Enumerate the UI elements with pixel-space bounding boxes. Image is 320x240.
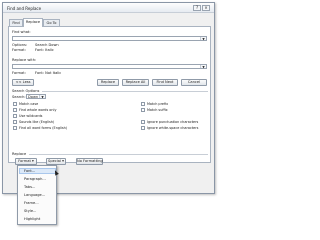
format-menu: Font... Paragraph... Tabs... Language...… [17, 165, 57, 225]
ignore-whitespace-checkbox[interactable] [141, 126, 145, 130]
sounds-like-label: Sounds like (English) [19, 120, 55, 124]
tab-find[interactable]: Find [9, 19, 23, 26]
no-formatting-button[interactable]: No Formatting [76, 158, 103, 165]
search-options-heading: Search Options [12, 89, 40, 93]
cancel-button[interactable]: Cancel [181, 79, 207, 86]
replace-with-label: Replace with: [12, 58, 37, 62]
less-button[interactable]: << Less [12, 79, 34, 86]
sounds-like-checkbox[interactable] [13, 120, 17, 124]
replace-all-button[interactable]: Replace All [122, 79, 149, 86]
find-options-label: Options: [12, 43, 28, 47]
match-case-label: Match case [19, 102, 39, 106]
title-bar: Find and Replace ? × [3, 3, 214, 13]
match-suffix-checkbox[interactable] [141, 108, 145, 112]
menu-item-highlight[interactable]: Highlight [24, 217, 40, 221]
replace-button[interactable]: Replace [97, 79, 119, 86]
chevron-down-icon[interactable]: ▼ [200, 37, 206, 41]
chevron-down-icon[interactable]: ▼ [39, 95, 45, 99]
menu-item-language[interactable]: Language... [24, 193, 45, 197]
find-options-value: Search Down [35, 43, 59, 47]
menu-item-tabs[interactable]: Tabs... [24, 185, 35, 189]
special-button[interactable]: Special ▾ [46, 158, 66, 165]
menu-item-frame[interactable]: Frame... [24, 201, 39, 205]
wildcards-label: Use wildcards [19, 114, 43, 118]
whole-words-label: Find whole words only [19, 108, 57, 112]
help-button[interactable]: ? [193, 5, 201, 11]
find-format-value: Font: Italic [35, 48, 54, 52]
find-what-input[interactable]: ▼ [12, 36, 207, 41]
match-case-checkbox[interactable] [13, 102, 17, 106]
word-forms-label: Find all word forms (English) [19, 126, 68, 130]
word-forms-checkbox[interactable] [13, 126, 17, 130]
search-direction-value: Down [28, 95, 39, 99]
match-prefix-checkbox[interactable] [141, 102, 145, 106]
replace-tab-panel: Find what: ▼ Options: Search Down Format… [8, 26, 211, 163]
ignore-whitespace-label: Ignore white-space characters [147, 126, 199, 130]
close-button[interactable]: × [202, 5, 210, 11]
find-next-button[interactable]: Find Next [152, 79, 178, 86]
menu-item-paragraph[interactable]: Paragraph... [24, 177, 46, 181]
find-what-label: Find what: [12, 30, 31, 34]
dialog-title: Find and Replace [7, 6, 42, 11]
replace-with-input[interactable]: ▼ [12, 64, 207, 69]
replace-format-value: Font: Not Italic [35, 71, 62, 75]
menu-item-font[interactable]: Font... [24, 169, 35, 173]
wildcards-checkbox[interactable] [13, 114, 17, 118]
divider [42, 91, 208, 92]
replace-format-label: Format: [12, 71, 26, 75]
search-direction-select[interactable]: Down ▼ [26, 94, 46, 99]
replace-section-heading: Replace [12, 152, 27, 156]
format-button[interactable]: Format ▾ [15, 158, 37, 165]
tab-go-to[interactable]: Go To [43, 19, 60, 26]
ignore-punctuation-label: Ignore punctuation characters [147, 120, 199, 124]
whole-words-checkbox[interactable] [13, 108, 17, 112]
match-prefix-label: Match prefix [147, 102, 169, 106]
ignore-punctuation-checkbox[interactable] [141, 120, 145, 124]
chevron-down-icon[interactable]: ▼ [200, 65, 206, 69]
menu-item-style[interactable]: Style... [24, 209, 36, 213]
match-suffix-label: Match suffix [147, 108, 168, 112]
tab-replace[interactable]: Replace [23, 18, 43, 27]
search-direction-label: Search: [12, 95, 26, 99]
divider [29, 154, 208, 155]
find-format-label: Format: [12, 48, 26, 52]
